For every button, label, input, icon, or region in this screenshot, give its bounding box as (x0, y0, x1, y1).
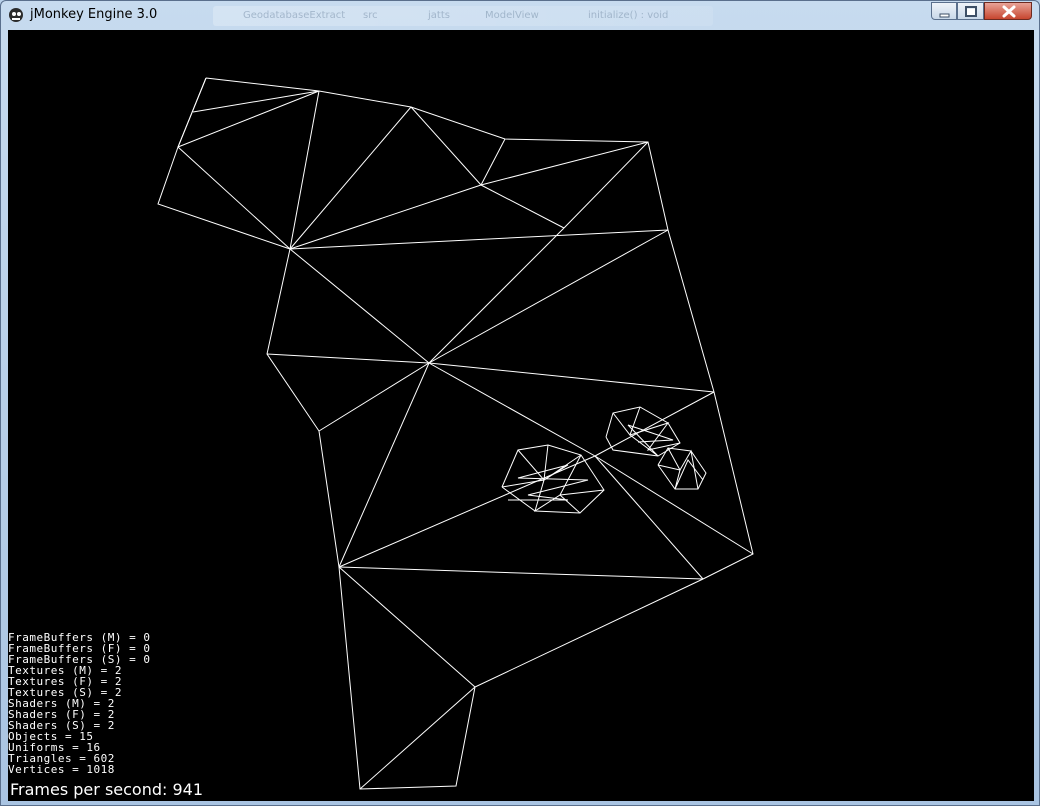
wireframe-mesh (157, 77, 754, 790)
ghost-item: initialize() : void (588, 10, 669, 21)
ghost-item: jatts (428, 10, 450, 21)
background-taskbar-ghost: GeodatabaseExtract src jatts ModelView i… (213, 6, 713, 26)
minimize-button[interactable] (931, 2, 957, 20)
minimize-icon (939, 13, 950, 18)
ghost-item: GeodatabaseExtract (243, 10, 346, 21)
stat-line: Vertices = 1018 (8, 763, 115, 776)
wireframe-terrain-scene (157, 77, 754, 790)
title-bar[interactable]: jMonkey Engine 3.0 GeodatabaseExtract sr… (1, 1, 1039, 29)
ghost-item: src (363, 10, 378, 21)
jmonkey-app-icon (9, 8, 23, 22)
render-statistics: FrameBuffers (M) = 0 FrameBuffers (F) = … (8, 632, 150, 775)
window-title: jMonkey Engine 3.0 (30, 7, 158, 22)
app-window: jMonkey Engine 3.0 GeodatabaseExtract sr… (0, 0, 1040, 806)
maximize-button[interactable] (957, 2, 984, 20)
fps-counter: Frames per second: 941 (10, 780, 204, 799)
maximize-icon (965, 6, 977, 17)
close-icon (1002, 5, 1016, 18)
render-viewport[interactable]: FrameBuffers (M) = 0 FrameBuffers (F) = … (8, 30, 1034, 801)
rock-mesh (501, 444, 605, 514)
close-button[interactable] (984, 2, 1032, 20)
terrain-outline (157, 77, 754, 790)
ghost-item: ModelView (485, 10, 539, 21)
rock-mesh (657, 447, 707, 490)
